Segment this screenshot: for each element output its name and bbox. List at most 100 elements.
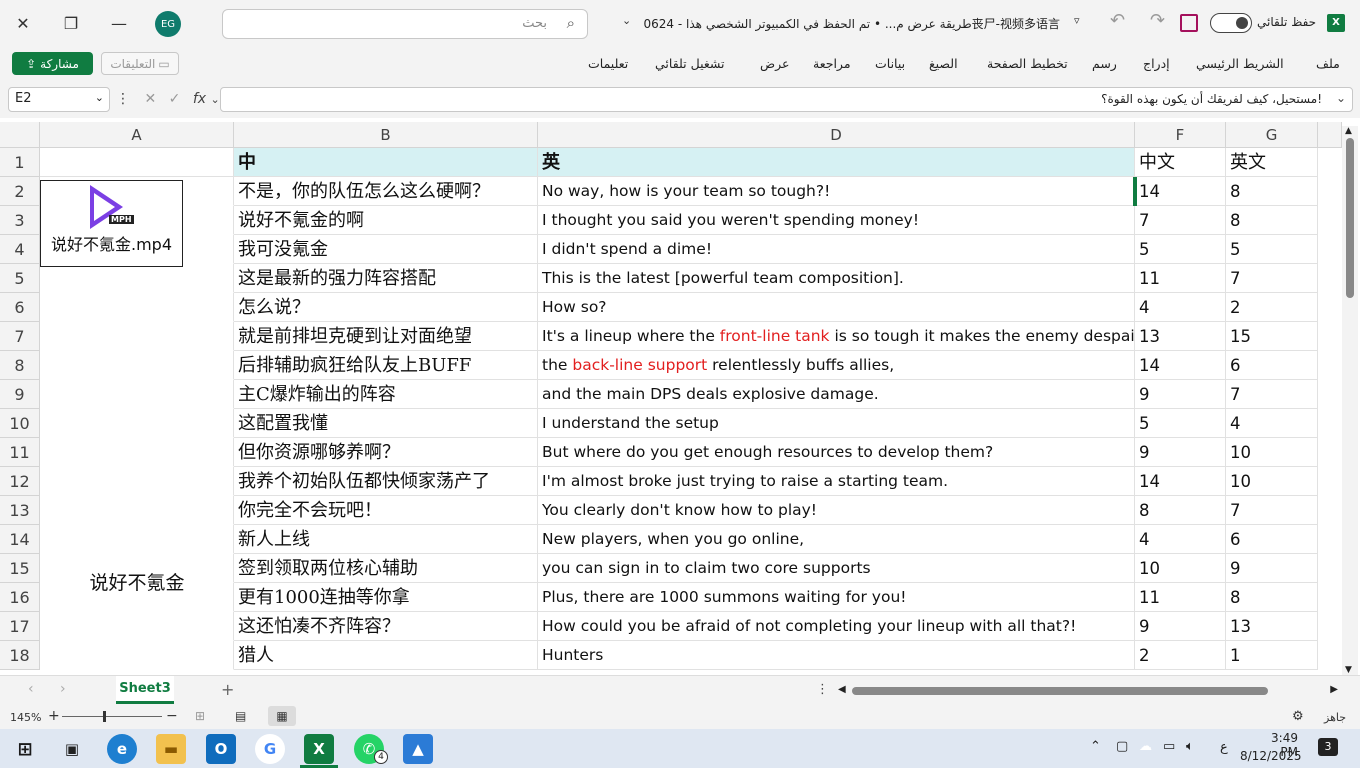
cell-f6[interactable]: 4 (1135, 293, 1226, 322)
cell-a18[interactable] (40, 641, 234, 670)
zoom-level[interactable]: 145% (10, 711, 41, 724)
page-layout-view-icon[interactable]: ▤ (235, 709, 246, 723)
more-icon[interactable]: ⋮ (116, 91, 130, 107)
cell-g18[interactable]: 1 (1226, 641, 1318, 670)
col-header-a[interactable]: A (40, 122, 234, 148)
cell-f14[interactable]: 4 (1135, 525, 1226, 554)
clock-date[interactable]: 8/12/2025 (1240, 749, 1302, 763)
cell-d2[interactable]: No way, how is your team so tough?! (538, 177, 1135, 206)
zoom-slider-thumb[interactable] (103, 711, 106, 722)
cell-b2[interactable]: 不是，你的队伍怎么这么硬啊？ (234, 177, 538, 206)
cloud-icon[interactable]: ☁ (1139, 739, 1152, 754)
zoom-out-icon[interactable]: − (166, 708, 178, 724)
cell-g13[interactable]: 7 (1226, 496, 1318, 525)
tab-page-layout[interactable]: تخطيط الصفحة (987, 56, 1068, 71)
row-header-9[interactable]: 9 (0, 380, 40, 409)
document-title[interactable]: طريقة عرض م... • تم الحفظ في الكمبيوتر ا… (640, 15, 1060, 32)
row-header-4[interactable]: 4 (0, 235, 40, 264)
cell-a8[interactable] (40, 351, 234, 380)
scroll-left-icon[interactable]: ◀ (838, 684, 846, 695)
row-header-10[interactable]: 10 (0, 409, 40, 438)
cell-a14[interactable] (40, 525, 234, 554)
row-header-2[interactable]: 2 (0, 177, 40, 206)
file-explorer-icon[interactable]: ▬ (156, 734, 186, 764)
col-header-f[interactable]: F (1135, 122, 1226, 148)
redo-icon[interactable]: ↷ (1150, 10, 1165, 31)
cell-a13[interactable] (40, 496, 234, 525)
horizontal-scroll-thumb[interactable] (852, 687, 1268, 695)
tab-automate[interactable]: تشغيل تلقائي (655, 56, 725, 71)
row-header-5[interactable]: 5 (0, 264, 40, 293)
cell-g9[interactable]: 7 (1226, 380, 1318, 409)
cell-b10[interactable]: 这配置我懂 (234, 409, 538, 438)
cell-b11[interactable]: 但你资源哪够养啊？ (234, 438, 538, 467)
comments-button[interactable]: التعليقات ▭ (101, 52, 179, 75)
accessibility-icon[interactable]: ⚙ (1292, 709, 1304, 724)
tab-insert[interactable]: إدراج (1143, 56, 1170, 71)
row-header-16[interactable]: 16 (0, 583, 40, 612)
col-header-g[interactable]: G (1226, 122, 1318, 148)
vertical-scrollbar[interactable]: ▲ ▼ (1342, 126, 1358, 675)
cell-d6[interactable]: How so? (538, 293, 1135, 322)
vertical-scroll-thumb[interactable] (1346, 138, 1354, 298)
cell-b15[interactable]: 签到领取两位核心辅助 (234, 554, 538, 583)
cell-d16[interactable]: Plus, there are 1000 summons waiting for… (538, 583, 1135, 612)
avatar[interactable]: EG (155, 11, 181, 37)
zoom-slider[interactable] (62, 716, 162, 717)
cancel-icon[interactable]: ✕ (144, 91, 156, 107)
close-icon[interactable]: ✕ (8, 8, 38, 38)
expand-formula-icon[interactable]: ⌄ (1336, 91, 1346, 105)
row-header-3[interactable]: 3 (0, 206, 40, 235)
tab-home[interactable]: الشريط الرئيسي (1196, 56, 1284, 71)
normal-view-icon[interactable]: ▦ (268, 706, 296, 726)
cell-d12[interactable]: I'm almost broke just trying to raise a … (538, 467, 1135, 496)
cell-a10[interactable] (40, 409, 234, 438)
cell-a11[interactable] (40, 438, 234, 467)
autosave-toggle[interactable] (1210, 13, 1252, 33)
fx-dropdown-icon[interactable]: ⌄ (211, 93, 220, 106)
page-break-view-icon[interactable]: ⊞ (195, 709, 205, 723)
cell-d15[interactable]: you can sign in to claim two core suppor… (538, 554, 1135, 583)
add-sheet-button[interactable]: + (221, 680, 234, 699)
tab-view[interactable]: عرض (760, 56, 789, 71)
cell-d3[interactable]: I thought you said you weren't spending … (538, 206, 1135, 235)
cell-f5[interactable]: 11 (1135, 264, 1226, 293)
cell-a12[interactable] (40, 467, 234, 496)
cell-f4[interactable]: 5 (1135, 235, 1226, 264)
cell-g15[interactable]: 9 (1226, 554, 1318, 583)
cell-a9[interactable] (40, 380, 234, 409)
row-header-7[interactable]: 7 (0, 322, 40, 351)
cell-f7[interactable]: 13 (1135, 322, 1226, 351)
scroll-right-icon[interactable]: ▶ (1330, 684, 1338, 695)
row-header-11[interactable]: 11 (0, 438, 40, 467)
notifications-icon[interactable]: 3 (1318, 738, 1338, 756)
cell-f12[interactable]: 14 (1135, 467, 1226, 496)
row-header-13[interactable]: 13 (0, 496, 40, 525)
cell-g11[interactable]: 10 (1226, 438, 1318, 467)
cell-g1[interactable]: 英文 (1226, 148, 1318, 177)
cell-f2[interactable]: 14 (1135, 177, 1226, 206)
row-header-18[interactable]: 18 (0, 641, 40, 670)
cell-f15[interactable]: 10 (1135, 554, 1226, 583)
share-button[interactable]: ⇪ مشاركة (12, 52, 93, 75)
cell-d11[interactable]: But where do you get enough resources to… (538, 438, 1135, 467)
cell-d5[interactable]: This is the latest [powerful team compos… (538, 264, 1135, 293)
col-header-b[interactable]: B (234, 122, 538, 148)
tab-help[interactable]: تعليمات (588, 56, 628, 71)
cell-f3[interactable]: 7 (1135, 206, 1226, 235)
cell-b17[interactable]: 这还怕凑不齐阵容？ (234, 612, 538, 641)
row-header-6[interactable]: 6 (0, 293, 40, 322)
cell-f13[interactable]: 8 (1135, 496, 1226, 525)
cell-a17[interactable] (40, 612, 234, 641)
cell-b9[interactable]: 主C爆炸输出的阵容 (234, 380, 538, 409)
cell-b6[interactable]: 怎么说？ (234, 293, 538, 322)
horizontal-scrollbar[interactable]: ◀ ▶ (838, 683, 1338, 699)
cell-b4[interactable]: 我可没氪金 (234, 235, 538, 264)
windows-start-icon[interactable]: ⊞ (10, 734, 40, 764)
cell-a6[interactable] (40, 293, 234, 322)
tab-draw[interactable]: رسم (1092, 56, 1117, 71)
col-header-d[interactable]: D (538, 122, 1135, 148)
cell-f8[interactable]: 14 (1135, 351, 1226, 380)
cell-b1[interactable]: 中 (234, 148, 538, 177)
cell-d13[interactable]: You clearly don't know how to play! (538, 496, 1135, 525)
